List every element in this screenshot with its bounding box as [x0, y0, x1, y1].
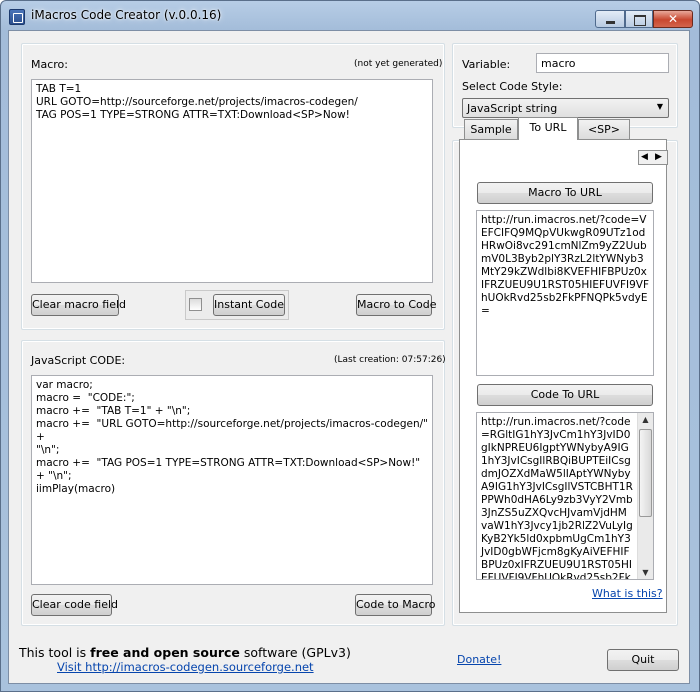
footer-license-text: This tool is free and open source softwa… — [19, 645, 351, 660]
title-bar[interactable]: iMacros Code Creator (v.0.0.16) — [1, 1, 699, 31]
code-status: (Last creation: 07:57:26) — [334, 355, 446, 365]
visit-site-link[interactable]: Visit http://imacros-codegen.sourceforge… — [57, 660, 314, 674]
chevron-right-icon[interactable]: ▶ — [655, 152, 662, 162]
scroll-down-icon[interactable]: ▼ — [638, 568, 653, 577]
instant-code-button[interactable]: Instant Code — [213, 294, 285, 316]
footer-post: software (GPLv3) — [239, 645, 351, 660]
macro-label: Macro: — [31, 58, 68, 71]
scroll-up-icon[interactable]: ▲ — [638, 415, 653, 424]
variable-input[interactable]: macro — [536, 53, 669, 73]
code-textarea[interactable]: var macro; macro = "CODE:"; macro += "TA… — [31, 375, 433, 585]
variable-value: macro — [541, 57, 576, 70]
code-style-value: JavaScript string — [467, 102, 558, 115]
code-to-macro-button[interactable]: Code to Macro — [355, 594, 436, 616]
window-title: iMacros Code Creator (v.0.0.16) — [31, 8, 222, 22]
footer-bold: free and open source — [90, 645, 240, 660]
instant-code-checkbox[interactable] — [189, 298, 202, 311]
close-button[interactable] — [653, 10, 693, 28]
what-is-this-link[interactable]: What is this? — [592, 587, 663, 600]
code-url-textarea[interactable]: http://run.imacros.net/?code=RGltIG1hY3J… — [476, 412, 654, 580]
scroll-thumb[interactable] — [639, 429, 652, 517]
donate-link[interactable]: Donate! — [457, 653, 501, 666]
macro-status: (not yet generated) — [354, 59, 443, 69]
chevron-left-icon[interactable]: ◀ — [641, 152, 648, 162]
macro-to-url-button[interactable]: Macro To URL — [477, 182, 653, 204]
tab-sp[interactable]: <SP> — [578, 119, 630, 139]
code-label: JavaScript CODE: — [31, 354, 126, 367]
clear-macro-button[interactable]: Clear macro field — [31, 294, 126, 316]
code-to-url-button[interactable]: Code To URL — [477, 384, 653, 406]
code-url-scrollbar[interactable]: ▲ ▼ — [637, 413, 653, 579]
code-style-label: Select Code Style: — [462, 80, 563, 93]
tab-scroller[interactable]: ◀ ▶ — [638, 150, 668, 165]
tab-sample[interactable]: Sample — [464, 119, 518, 139]
macro-textarea[interactable]: TAB T=1 URL GOTO=http://sourceforge.net/… — [31, 79, 433, 283]
minimize-button[interactable] — [595, 10, 625, 28]
tab-to-url[interactable]: To URL — [518, 117, 578, 140]
code-style-select[interactable]: JavaScript string ▼ — [462, 98, 669, 118]
quit-button[interactable]: Quit — [607, 649, 679, 671]
footer-pre: This tool is — [19, 645, 91, 660]
variable-label: Variable: — [462, 58, 511, 71]
maximize-button[interactable] — [625, 10, 653, 28]
macro-to-code-button[interactable]: Macro to Code — [356, 294, 437, 316]
clear-code-button[interactable]: Clear code field — [31, 594, 118, 616]
app-icon — [9, 9, 25, 25]
chevron-down-icon: ▼ — [656, 102, 663, 111]
macro-url-textarea[interactable]: http://run.imacros.net/?code=VEFCIFQ9MQp… — [476, 210, 654, 376]
